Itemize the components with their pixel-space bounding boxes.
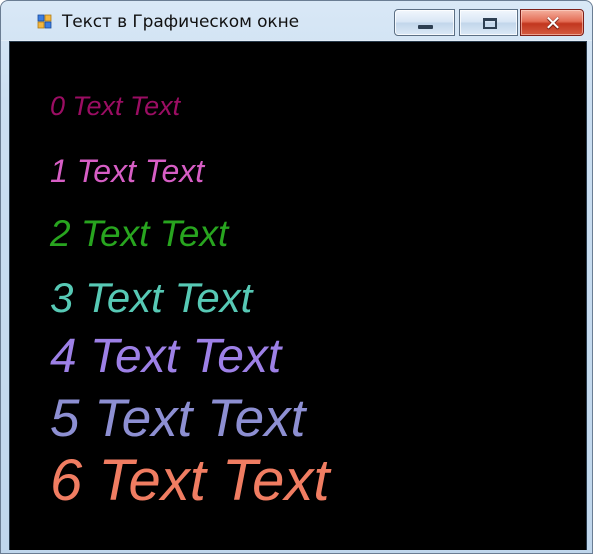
window-title: Текст в Графическом окне	[62, 12, 299, 32]
app-window-icon[interactable]	[37, 14, 53, 30]
text-sample-5: 5 Text Text	[50, 389, 306, 448]
maximize-button[interactable]	[459, 9, 518, 36]
text-sample-0: 0 Text Text	[50, 91, 181, 121]
text-sample-6: 6 Text Text	[50, 448, 330, 513]
maximize-icon	[483, 18, 497, 29]
close-icon: ✕	[544, 11, 562, 35]
window-caption-buttons: ✕	[394, 9, 590, 37]
text-sample-2: 2 Text Text	[50, 213, 229, 254]
text-sample-1: 1 Text Text	[50, 153, 205, 189]
minimize-button[interactable]	[394, 9, 455, 36]
close-button[interactable]: ✕	[520, 9, 584, 36]
minimize-icon	[418, 25, 433, 29]
graphics-canvas: 0 Text Text 1 Text Text 2 Text Text 3 Te…	[9, 41, 587, 550]
window-title-bar[interactable]: Текст в Графическом окне ✕	[1, 1, 592, 41]
app-window: Текст в Графическом окне ✕ 0 Text Text 1…	[0, 0, 593, 554]
text-sample-4: 4 Text Text	[50, 330, 282, 383]
text-sample-3: 3 Text Text	[50, 274, 253, 321]
